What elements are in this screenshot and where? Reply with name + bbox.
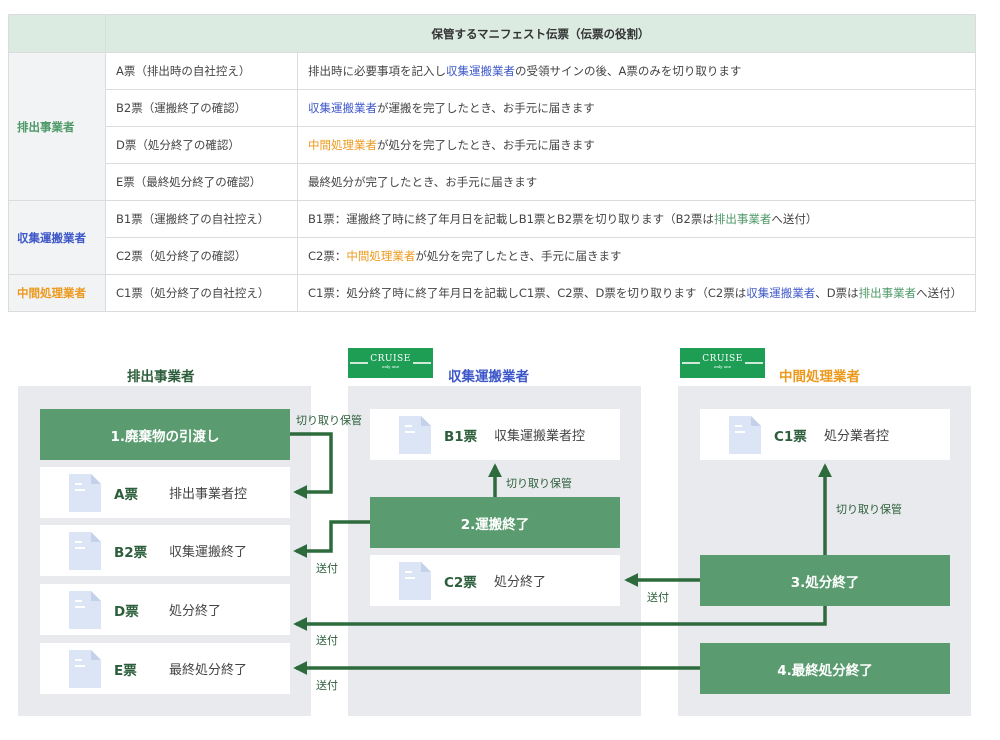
ticket-label: 処分終了: [494, 575, 547, 590]
ticket-code: D票: [114, 603, 139, 620]
text-segment: へ送付）: [771, 212, 818, 226]
ticket-label: 収集運搬終了: [169, 545, 248, 560]
group-label: 排出事業者: [8, 52, 106, 201]
highlighted-party: 収集運搬業者: [746, 286, 816, 300]
ticket-code: E票: [114, 662, 137, 679]
step-3-disposal-complete: 3.処分終了: [700, 555, 950, 606]
highlighted-party: 収集運搬業者: [446, 64, 515, 78]
highlighted-party: 中間処理業者: [346, 249, 416, 263]
document-icon: [69, 531, 101, 570]
table-row: 中間処理業者 C1票（処分終了の自社控え） C1票：処分終了時に終了年月日を記載しC…: [8, 274, 976, 312]
ticket-label: 処分終了: [169, 604, 222, 619]
text-segment: 排出時に必要事項を記入し: [308, 64, 446, 78]
ticket-code: C2票: [444, 574, 477, 591]
ticket-role-cell: C1票：処分終了時に終了年月日を記載しC1票、C2票、D票を切り取ります（C2票…: [297, 274, 976, 312]
column-heading-collector: 収集運搬業者: [448, 369, 529, 385]
ticket-name-cell: E票（最終処分終了の確認）: [105, 163, 298, 201]
ticket-card-c1: C1票 処分業者控: [700, 409, 950, 460]
ticket-name-cell: A票（排出時の自社控え）: [105, 52, 298, 90]
logo-tagline: only one: [381, 364, 400, 369]
ticket-card-e: E票 最終処分終了: [40, 643, 290, 694]
ticket-card-d: D票 処分終了: [40, 584, 290, 635]
document-icon: [69, 590, 101, 629]
table-row: 排出事業者 A票（排出時の自社控え） 排出時に必要事項を記入し収集運搬業者の受領サイ…: [8, 52, 976, 201]
ticket-code: C1票: [774, 428, 807, 445]
highlighted-party: 中間処理業者: [308, 138, 377, 152]
ticket-name-cell: C2票（処分終了の確認）: [105, 237, 298, 275]
text-segment: 最終処分が完了したとき、お手元に届きます: [308, 175, 538, 189]
text-segment: が処分を完了したとき、手元に届きます: [415, 249, 622, 263]
arrow-label-send-c2: 送付: [647, 591, 669, 604]
ticket-card-c2: C2票 処分終了: [370, 555, 620, 606]
ticket-name-cell: D票（処分終了の確認）: [105, 126, 298, 164]
arrow-label-keep-c1: 切り取り保管: [836, 503, 902, 516]
step-2-transport-complete: 2.運搬終了: [370, 497, 620, 548]
highlighted-party: 排出事業者: [713, 212, 772, 226]
ticket-role-cell: B1票：運搬終了時に終了年月日を記載しB1票とB2票を切り取ります（B2票は排出…: [297, 200, 976, 238]
group-label: 中間処理業者: [8, 274, 106, 312]
arrow-label-keep-a: 切り取り保管: [296, 414, 362, 427]
ticket-code: B2票: [114, 544, 148, 561]
ticket-name-cell: C1票（処分終了の自社控え）: [105, 274, 298, 312]
ticket-name-cell: B1票（運搬終了の自社控え）: [105, 200, 298, 238]
step-4-final-disposal-complete: 4.最終処分終了: [700, 643, 950, 694]
text-segment: C2票：: [308, 249, 347, 263]
step-1-handover: 1.廃棄物の引渡し: [40, 409, 290, 460]
cruise-logo: CRUISE only one: [680, 348, 765, 378]
table-row: B2票（運搬終了の確認） 収集運搬業者が運搬を完了したとき、お手元に届きます: [9, 89, 976, 127]
text-segment: が運搬を完了したとき、お手元に届きます: [377, 101, 595, 115]
ticket-name-cell: B2票（運搬終了の確認）: [105, 89, 298, 127]
ticket-role-cell: 収集運搬業者が運搬を完了したとき、お手元に届きます: [297, 89, 976, 127]
ticket-label: 収集運搬業者控: [494, 429, 586, 444]
ticket-role-cell: 最終処分が完了したとき、お手元に届きます: [297, 163, 976, 201]
table-row: 収集運搬業者 B1票（運搬終了の自社控え） B1票：運搬終了時に終了年月日を記載しB…: [8, 200, 976, 275]
ticket-card-b1: B1票 収集運搬業者控: [370, 409, 620, 460]
document-icon: [69, 649, 101, 688]
ticket-card-b2: B2票 収集運搬終了: [40, 525, 290, 576]
text-segment: へ送付）: [916, 286, 963, 300]
ticket-label: 排出事業者控: [169, 487, 248, 502]
ticket-role-cell: C2票：中間処理業者が処分を完了したとき、手元に届きます: [297, 237, 976, 275]
document-icon: [399, 415, 431, 454]
document-icon: [69, 473, 101, 512]
text-segment: B1票：運搬終了時に終了年月日を記載しB1票とB2票を切り取ります（B2票は: [308, 212, 714, 226]
arrow-label-send-e: 送付: [316, 679, 338, 692]
text-segment: が処分を完了したとき、お手元に届きます: [377, 138, 595, 152]
arrow-label-send-b2: 送付: [316, 562, 338, 575]
logo-tagline: only one: [713, 364, 732, 369]
ticket-role-cell: 中間処理業者が処分を完了したとき、お手元に届きます: [297, 126, 976, 164]
ticket-code: A票: [114, 486, 138, 503]
table-header: 保管するマニフェスト伝票（伝票の役割）: [105, 14, 976, 53]
ticket-label: 最終処分終了: [169, 663, 248, 678]
manifest-table: 保管するマニフェスト伝票（伝票の役割） 排出事業者 A票（排出時の自社控え） 排出時…: [8, 14, 976, 312]
table-row: E票（最終処分終了の確認） 最終処分が完了したとき、お手元に届きます: [9, 163, 976, 201]
ticket-card-a: A票 排出事業者控: [40, 467, 290, 518]
column-heading-processor: 中間処理業者: [779, 369, 860, 385]
document-icon: [729, 415, 761, 454]
highlighted-party: 収集運搬業者: [308, 101, 377, 115]
table-row: C2票（処分終了の確認） C2票：中間処理業者が処分を完了したとき、手元に届きます: [9, 237, 976, 275]
ticket-code: B1票: [444, 428, 478, 445]
table-body: 排出事業者 A票（排出時の自社控え） 排出時に必要事項を記入し収集運搬業者の受領サイ…: [8, 52, 976, 312]
highlighted-party: 排出事業者: [858, 286, 917, 300]
ticket-role-cell: 排出時に必要事項を記入し収集運搬業者の受領サインの後、A票のみを切り取ります: [297, 52, 976, 90]
text-segment: C1票：処分終了時に終了年月日を記載しC1票、C2票、D票を切り取ります（C2票…: [308, 286, 747, 300]
cruise-logo: CRUISE only one: [348, 348, 433, 378]
text-segment: 、D票は: [815, 286, 859, 300]
table-row: D票（処分終了の確認） 中間処理業者が処分を完了したとき、お手元に届きます: [9, 126, 976, 164]
table-header-blank: [8, 14, 106, 53]
text-segment: の受領サインの後、A票のみを切り取ります: [515, 64, 742, 78]
document-icon: [399, 561, 431, 600]
arrow-label-send-d: 送付: [316, 634, 338, 647]
ticket-label: 処分業者控: [824, 429, 890, 444]
group-label: 収集運搬業者: [8, 200, 106, 275]
column-heading-emitter: 排出事業者: [127, 369, 195, 385]
arrow-label-keep-b1: 切り取り保管: [506, 477, 572, 490]
